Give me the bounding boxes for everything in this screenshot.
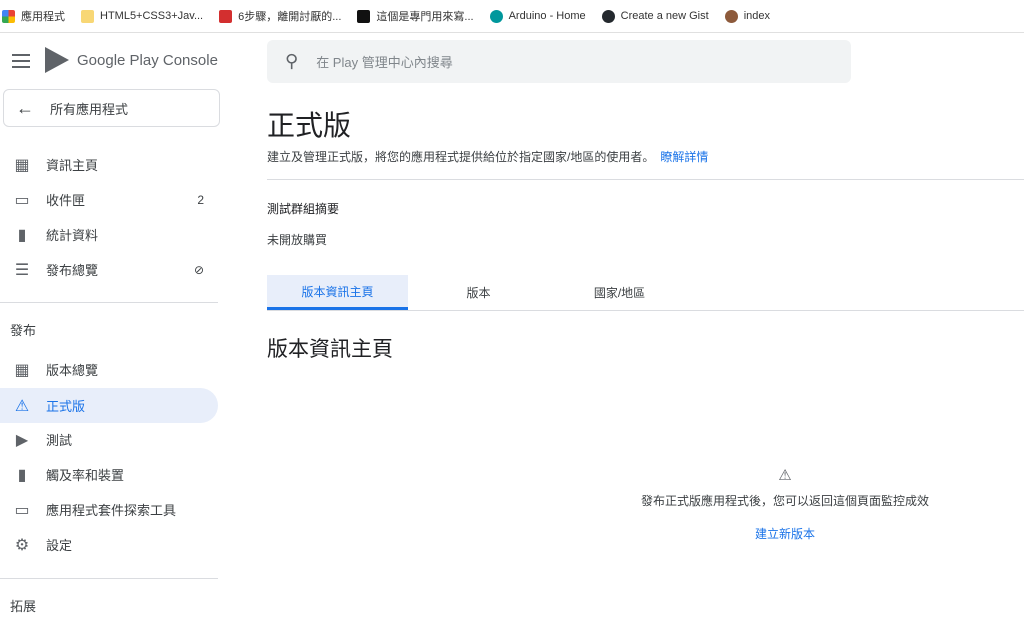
avatar-icon: [724, 9, 738, 23]
section-release: 發布: [10, 323, 37, 338]
page-title: 正式版: [267, 110, 352, 141]
sidebar-item-release-overview[interactable]: ▦ 版本總覽: [0, 352, 218, 387]
sidebar: Google Play Console ← 所有應用程式 ▦ 資訊主頁 ▭ 收件匣 2 …: [0, 0, 230, 637]
sidebar-item-statistics[interactable]: ▮ 統計資料: [0, 217, 218, 252]
search-input[interactable]: ⚲ 在 Play 管理中心內搜尋: [267, 40, 851, 83]
sidebar-item-reach-devices[interactable]: ▮ 觸及率和裝置: [0, 457, 218, 492]
section-grow: 拓展: [10, 599, 37, 614]
empty-state: ⚠ 發布正式版應用程式後，您可以返回這個頁面監控成效 建立新版本: [635, 466, 935, 542]
bookmark-gist[interactable]: Create a new Gist: [601, 9, 709, 23]
group-summary-value: 未開放購買: [267, 233, 328, 247]
sidebar-item-testing[interactable]: ▶ 測試: [0, 422, 218, 457]
arrow-back-icon: ←: [16, 97, 34, 118]
bookmark-index[interactable]: index: [724, 9, 770, 23]
dashboard-icon: ▦: [14, 156, 30, 174]
all-apps-button[interactable]: ← 所有應用程式: [3, 89, 220, 127]
tab-release-dashboard[interactable]: 版本資訊主頁: [267, 275, 408, 310]
bookmark-6steps[interactable]: 6步驟，離開討厭的...: [219, 8, 341, 24]
bookmark-medium[interactable]: 這個是專門用來寫...: [357, 8, 474, 24]
production-icon: ⚠: [778, 467, 792, 484]
inbox-icon: ▭: [14, 191, 30, 209]
reach-chart-icon: ▮: [17, 466, 27, 484]
sidebar-item-publishing-overview[interactable]: ☰ 發布總覽 ⊘: [0, 252, 218, 287]
github-icon: [601, 9, 615, 23]
sidebar-item-bundle-explorer[interactable]: ▭ 應用程式套件探索工具: [0, 492, 218, 527]
divider: [0, 302, 218, 303]
tab-bar: 版本資訊主頁 版本 國家/地區: [267, 275, 690, 310]
inbox-count-badge: 2: [197, 192, 204, 207]
schedule-list-icon: ☰: [14, 261, 30, 279]
sidebar-item-production[interactable]: ⚠ 正式版: [0, 388, 218, 423]
divider: [267, 179, 1024, 180]
tab-countries[interactable]: 國家/地區: [549, 275, 690, 310]
divider: [267, 310, 1024, 311]
search-icon: ⚲: [285, 51, 299, 71]
create-release-link[interactable]: 建立新版本: [635, 525, 935, 542]
arduino-icon: [489, 9, 503, 23]
play-circle-icon: ▶: [15, 431, 29, 449]
bar-chart-icon: ▮: [17, 226, 27, 244]
bookmark-arduino[interactable]: Arduino - Home: [489, 9, 586, 23]
sidebar-item-inbox[interactable]: ▭ 收件匣 2: [0, 182, 218, 217]
sync-disabled-icon: ⊘: [193, 262, 204, 277]
android-icon: ▭: [14, 501, 30, 519]
learn-more-link[interactable]: 瞭解詳情: [660, 150, 708, 164]
play-console-logo[interactable]: Google Play Console: [45, 47, 218, 73]
section-title: 版本資訊主頁: [267, 338, 393, 361]
sidebar-item-settings[interactable]: ⚙ 設定: [0, 527, 218, 562]
tab-releases[interactable]: 版本: [408, 275, 549, 310]
empty-state-text: 發布正式版應用程式後，您可以返回這個頁面監控成效: [640, 494, 929, 508]
sidebar-item-dashboard[interactable]: ▦ 資訊主頁: [0, 147, 218, 182]
gear-icon: ⚙: [14, 536, 30, 554]
group-summary-title: 測試群組摘要: [267, 202, 340, 216]
menu-icon[interactable]: [12, 54, 30, 68]
play-logo-icon: [45, 47, 69, 73]
divider: [0, 578, 218, 579]
widgets-icon: ▦: [14, 361, 30, 379]
medium-icon: [357, 9, 371, 23]
production-icon: ⚠: [14, 397, 30, 415]
page-subtitle: 建立及管理正式版，將您的應用程式提供給位於指定國家/地區的使用者。 瞭解詳情: [267, 150, 709, 164]
